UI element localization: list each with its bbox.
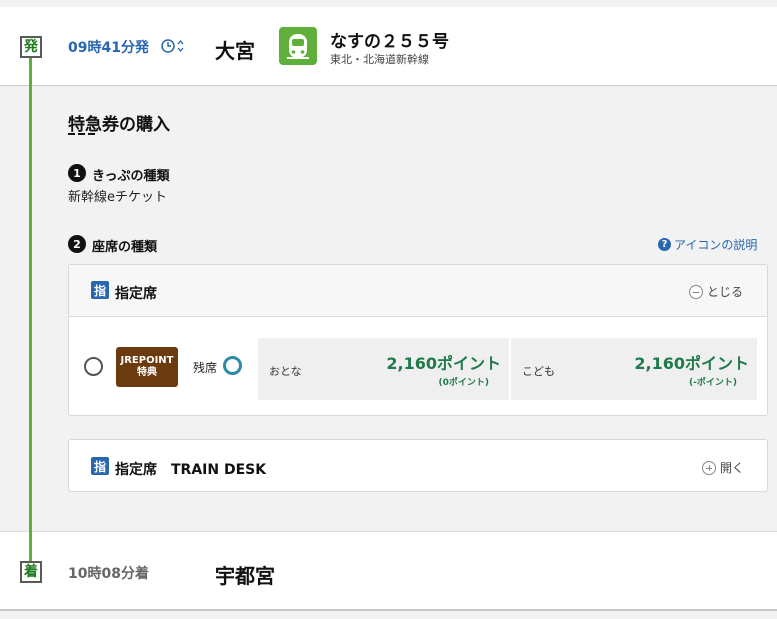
collapse-label: とじる	[707, 285, 744, 299]
child-price-sub: (-ポイント)	[689, 378, 737, 388]
adult-price-box: おとな 2,160ポイント (0ポイント)	[258, 338, 509, 400]
arrival-station: 宇都宮	[215, 564, 275, 588]
adult-label: おとな	[269, 365, 302, 378]
train-name: なすの２５５号	[330, 32, 449, 52]
train-desk-badge: 指	[91, 457, 109, 475]
train-desk-label: 指定席 TRAIN DESK	[115, 462, 267, 478]
seat-option-radio[interactable]	[84, 357, 103, 376]
departure-time[interactable]: 09時41分発	[68, 37, 149, 57]
departure-station: 大宮	[215, 39, 255, 63]
ticket-type-heading: きっぷの種類	[92, 169, 170, 184]
child-price-box: こども 2,160ポイント (-ポイント)	[511, 338, 757, 400]
purchase-title: 特急券の購入	[68, 115, 170, 135]
title-underline	[68, 133, 98, 135]
collapse-button[interactable]: とじる	[689, 283, 743, 300]
adult-price: 2,160ポイント	[386, 354, 501, 373]
child-label: こども	[522, 365, 555, 378]
reserved-seat-label: 指定席	[115, 286, 157, 302]
plus-circle-icon	[702, 460, 716, 475]
reserved-seat-badge: 指	[91, 281, 109, 299]
seat-type-heading: 座席の種類	[92, 240, 158, 255]
help-icon: ?	[658, 238, 671, 251]
sort-icon	[177, 39, 184, 53]
bottom-strip	[0, 611, 777, 619]
train-desk-panel[interactable]: 指 指定席 TRAIN DESK 開く	[68, 439, 768, 492]
top-strip	[0, 0, 777, 7]
route-line	[29, 48, 32, 571]
minus-circle-icon	[689, 284, 703, 299]
expand-button[interactable]: 開く	[702, 459, 744, 476]
icon-help-label: アイコンの説明	[674, 238, 758, 252]
ticket-type-value: 新幹線eチケット	[68, 190, 167, 205]
remaining-seats-label: 残席	[193, 361, 218, 375]
train-line: 東北・北海道新幹線	[330, 53, 429, 66]
step2-number: 2	[68, 235, 86, 253]
child-price: 2,160ポイント	[634, 354, 749, 373]
arrival-marker: 着	[20, 561, 42, 583]
step1-number: 1	[68, 164, 86, 182]
clock-icon	[161, 39, 184, 53]
expand-label: 開く	[720, 461, 745, 475]
seats-available-icon	[223, 356, 242, 375]
departure-marker: 発	[20, 36, 42, 58]
reserved-seat-panel-header[interactable]: 指 指定席 とじる	[69, 265, 767, 317]
jrepoint-badge: JREPOINT 特典	[116, 347, 178, 387]
arrival-time: 10時08分着	[68, 566, 149, 582]
train-icon	[279, 27, 317, 65]
time-change-button[interactable]	[160, 37, 186, 55]
jrepoint-badge-line1: JREPOINT	[120, 354, 174, 366]
jrepoint-badge-line2: 特典	[137, 367, 157, 378]
adult-price-sub: (0ポイント)	[438, 378, 490, 388]
seat-option-row: JREPOINT 特典 残席 おとな 2,160ポイント (0ポイント) こども…	[69, 317, 767, 415]
reserved-seat-panel: 指 指定席 とじる JREPOINT 特典 残席 おとな 2,160ポイント (…	[68, 264, 768, 416]
icon-help-link[interactable]: ? アイコンの説明	[658, 236, 757, 253]
